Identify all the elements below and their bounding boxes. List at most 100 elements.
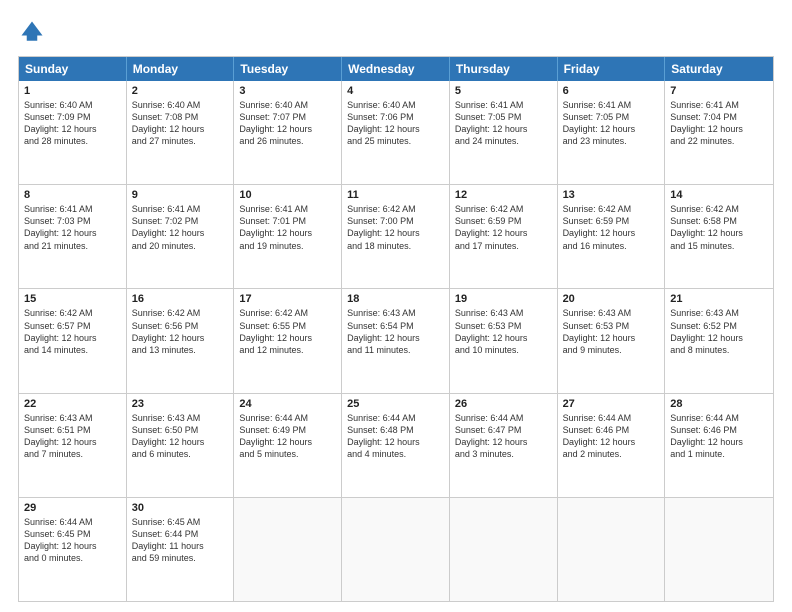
day-info: Sunrise: 6:40 AMSunset: 7:08 PMDaylight:… — [132, 99, 229, 148]
header-day-thursday: Thursday — [450, 57, 558, 81]
calendar-cell: 27 Sunrise: 6:44 AMSunset: 6:46 PMDayligh… — [558, 394, 666, 497]
day-info: Sunrise: 6:43 AMSunset: 6:53 PMDaylight:… — [563, 307, 660, 356]
logo-icon — [18, 18, 46, 46]
logo — [18, 18, 50, 46]
page-header — [18, 18, 774, 46]
day-number: 26 — [455, 398, 552, 410]
day-info: Sunrise: 6:42 AMSunset: 7:00 PMDaylight:… — [347, 203, 444, 252]
day-number: 30 — [132, 502, 229, 514]
calendar-header: SundayMondayTuesdayWednesdayThursdayFrid… — [19, 57, 773, 81]
calendar-row-4: 29 Sunrise: 6:44 AMSunset: 6:45 PMDayligh… — [19, 497, 773, 601]
calendar-cell: 11 Sunrise: 6:42 AMSunset: 7:00 PMDayligh… — [342, 185, 450, 288]
day-info: Sunrise: 6:43 AMSunset: 6:53 PMDaylight:… — [455, 307, 552, 356]
day-number: 6 — [563, 85, 660, 97]
day-number: 18 — [347, 293, 444, 305]
day-info: Sunrise: 6:42 AMSunset: 6:59 PMDaylight:… — [455, 203, 552, 252]
calendar-cell: 3 Sunrise: 6:40 AMSunset: 7:07 PMDaylight… — [234, 81, 342, 184]
calendar-cell: 21 Sunrise: 6:43 AMSunset: 6:52 PMDayligh… — [665, 289, 773, 392]
calendar-body: 1 Sunrise: 6:40 AMSunset: 7:09 PMDaylight… — [19, 81, 773, 601]
day-number: 25 — [347, 398, 444, 410]
calendar-cell: 15 Sunrise: 6:42 AMSunset: 6:57 PMDayligh… — [19, 289, 127, 392]
day-info: Sunrise: 6:44 AMSunset: 6:46 PMDaylight:… — [563, 412, 660, 461]
day-number: 23 — [132, 398, 229, 410]
day-info: Sunrise: 6:42 AMSunset: 6:59 PMDaylight:… — [563, 203, 660, 252]
day-info: Sunrise: 6:43 AMSunset: 6:51 PMDaylight:… — [24, 412, 121, 461]
day-number: 16 — [132, 293, 229, 305]
day-info: Sunrise: 6:42 AMSunset: 6:57 PMDaylight:… — [24, 307, 121, 356]
header-day-monday: Monday — [127, 57, 235, 81]
day-number: 9 — [132, 189, 229, 201]
calendar-cell — [558, 498, 666, 601]
calendar-cell: 1 Sunrise: 6:40 AMSunset: 7:09 PMDaylight… — [19, 81, 127, 184]
calendar-cell: 12 Sunrise: 6:42 AMSunset: 6:59 PMDayligh… — [450, 185, 558, 288]
day-info: Sunrise: 6:43 AMSunset: 6:50 PMDaylight:… — [132, 412, 229, 461]
header-day-friday: Friday — [558, 57, 666, 81]
calendar-cell — [665, 498, 773, 601]
day-info: Sunrise: 6:44 AMSunset: 6:48 PMDaylight:… — [347, 412, 444, 461]
day-number: 12 — [455, 189, 552, 201]
day-number: 13 — [563, 189, 660, 201]
calendar-cell — [450, 498, 558, 601]
day-info: Sunrise: 6:41 AMSunset: 7:04 PMDaylight:… — [670, 99, 768, 148]
calendar-cell: 22 Sunrise: 6:43 AMSunset: 6:51 PMDayligh… — [19, 394, 127, 497]
day-info: Sunrise: 6:41 AMSunset: 7:03 PMDaylight:… — [24, 203, 121, 252]
calendar-cell: 30 Sunrise: 6:45 AMSunset: 6:44 PMDayligh… — [127, 498, 235, 601]
day-number: 15 — [24, 293, 121, 305]
day-number: 27 — [563, 398, 660, 410]
day-number: 17 — [239, 293, 336, 305]
calendar-cell: 13 Sunrise: 6:42 AMSunset: 6:59 PMDayligh… — [558, 185, 666, 288]
calendar-cell: 18 Sunrise: 6:43 AMSunset: 6:54 PMDayligh… — [342, 289, 450, 392]
day-info: Sunrise: 6:40 AMSunset: 7:07 PMDaylight:… — [239, 99, 336, 148]
day-number: 21 — [670, 293, 768, 305]
calendar: SundayMondayTuesdayWednesdayThursdayFrid… — [18, 56, 774, 602]
calendar-cell: 26Sunrise: 6:44 AMSunset: 6:47 PMDayligh… — [450, 394, 558, 497]
day-info: Sunrise: 6:44 AMSunset: 6:46 PMDaylight:… — [670, 412, 768, 461]
day-number: 22 — [24, 398, 121, 410]
day-info: Sunrise: 6:41 AMSunset: 7:01 PMDaylight:… — [239, 203, 336, 252]
day-info: Sunrise: 6:41 AMSunset: 7:02 PMDaylight:… — [132, 203, 229, 252]
calendar-cell: 24Sunrise: 6:44 AMSunset: 6:49 PMDayligh… — [234, 394, 342, 497]
day-number: 1 — [24, 85, 121, 97]
day-number: 3 — [239, 85, 336, 97]
day-info: Sunrise: 6:41 AMSunset: 7:05 PMDaylight:… — [563, 99, 660, 148]
calendar-row-2: 15 Sunrise: 6:42 AMSunset: 6:57 PMDayligh… — [19, 288, 773, 392]
calendar-cell: 7 Sunrise: 6:41 AMSunset: 7:04 PMDaylight… — [665, 81, 773, 184]
calendar-cell: 19Sunrise: 6:43 AMSunset: 6:53 PMDayligh… — [450, 289, 558, 392]
day-info: Sunrise: 6:43 AMSunset: 6:52 PMDaylight:… — [670, 307, 768, 356]
day-number: 5 — [455, 85, 552, 97]
day-number: 14 — [670, 189, 768, 201]
calendar-cell: 25 Sunrise: 6:44 AMSunset: 6:48 PMDayligh… — [342, 394, 450, 497]
calendar-cell: 29 Sunrise: 6:44 AMSunset: 6:45 PMDayligh… — [19, 498, 127, 601]
calendar-cell: 10 Sunrise: 6:41 AMSunset: 7:01 PMDayligh… — [234, 185, 342, 288]
day-info: Sunrise: 6:44 AMSunset: 6:49 PMDaylight:… — [239, 412, 336, 461]
day-info: Sunrise: 6:42 AMSunset: 6:58 PMDaylight:… — [670, 203, 768, 252]
calendar-cell: 9 Sunrise: 6:41 AMSunset: 7:02 PMDaylight… — [127, 185, 235, 288]
day-info: Sunrise: 6:40 AMSunset: 7:06 PMDaylight:… — [347, 99, 444, 148]
calendar-cell: 6 Sunrise: 6:41 AMSunset: 7:05 PMDaylight… — [558, 81, 666, 184]
calendar-cell: 17Sunrise: 6:42 AMSunset: 6:55 PMDayligh… — [234, 289, 342, 392]
calendar-row-3: 22 Sunrise: 6:43 AMSunset: 6:51 PMDayligh… — [19, 393, 773, 497]
day-number: 29 — [24, 502, 121, 514]
day-info: Sunrise: 6:44 AMSunset: 6:45 PMDaylight:… — [24, 516, 121, 565]
day-info: Sunrise: 6:41 AMSunset: 7:05 PMDaylight:… — [455, 99, 552, 148]
calendar-cell: 5 Sunrise: 6:41 AMSunset: 7:05 PMDaylight… — [450, 81, 558, 184]
day-number: 10 — [239, 189, 336, 201]
day-info: Sunrise: 6:45 AMSunset: 6:44 PMDaylight:… — [132, 516, 229, 565]
header-day-sunday: Sunday — [19, 57, 127, 81]
day-info: Sunrise: 6:43 AMSunset: 6:54 PMDaylight:… — [347, 307, 444, 356]
calendar-cell — [234, 498, 342, 601]
calendar-cell — [342, 498, 450, 601]
calendar-cell: 14 Sunrise: 6:42 AMSunset: 6:58 PMDayligh… — [665, 185, 773, 288]
header-day-tuesday: Tuesday — [234, 57, 342, 81]
calendar-cell: 23 Sunrise: 6:43 AMSunset: 6:50 PMDayligh… — [127, 394, 235, 497]
calendar-row-1: 8Sunrise: 6:41 AMSunset: 7:03 PMDaylight… — [19, 184, 773, 288]
calendar-cell: 4Sunrise: 6:40 AMSunset: 7:06 PMDaylight… — [342, 81, 450, 184]
day-number: 7 — [670, 85, 768, 97]
calendar-cell: 8Sunrise: 6:41 AMSunset: 7:03 PMDaylight… — [19, 185, 127, 288]
day-info: Sunrise: 6:40 AMSunset: 7:09 PMDaylight:… — [24, 99, 121, 148]
day-number: 11 — [347, 189, 444, 201]
day-number: 2 — [132, 85, 229, 97]
day-number: 28 — [670, 398, 768, 410]
day-number: 20 — [563, 293, 660, 305]
header-day-saturday: Saturday — [665, 57, 773, 81]
